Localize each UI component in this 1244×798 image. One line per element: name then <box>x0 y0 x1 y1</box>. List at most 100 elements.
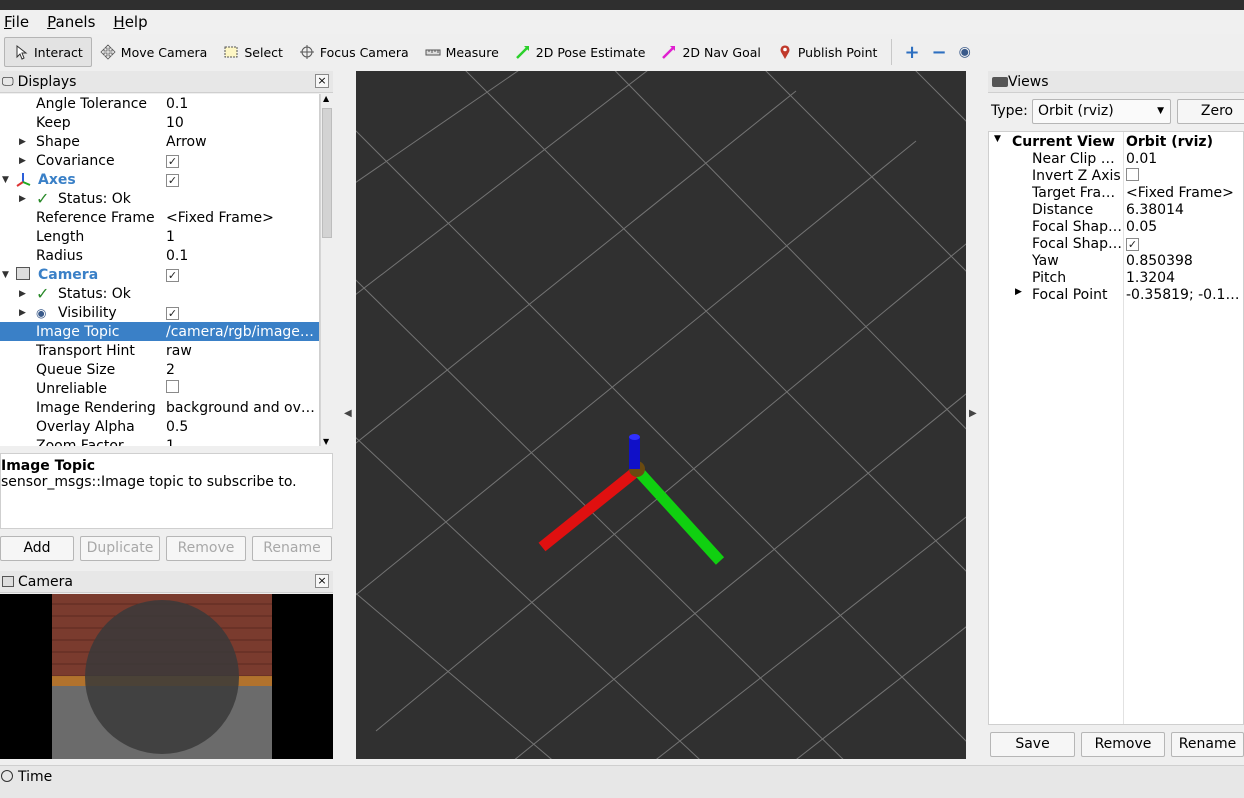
checkbox[interactable]: ✓ <box>166 154 179 168</box>
view-property-row[interactable]: ▶ Focal Point -0.35819; -0.135… <box>989 287 1243 304</box>
scroll-up-icon[interactable]: ▲ <box>323 94 329 103</box>
move-camera-tool-button[interactable]: Move Camera <box>92 37 216 67</box>
remove-view-button[interactable]: Remove <box>1081 732 1165 757</box>
property-value[interactable]: Arrow <box>166 134 318 150</box>
view-property-row[interactable]: Target Fra… <Fixed Frame> <box>989 185 1243 202</box>
collapse-right-icon[interactable]: ▶ <box>969 408 977 419</box>
property-value[interactable] <box>166 380 318 397</box>
property-value[interactable]: 1 <box>166 229 318 245</box>
view-property-row[interactable]: Focal Shap… ✓ <box>989 236 1243 253</box>
current-view-row[interactable]: ▼ Current View Orbit (rviz) <box>989 134 1243 151</box>
tree-row[interactable]: ▶ Shape Arrow <box>0 132 319 151</box>
collapse-arrow-icon[interactable]: ▼ <box>994 134 1001 144</box>
menu-file[interactable]: File <box>2 13 31 31</box>
collapse-arrow-icon[interactable]: ▼ <box>2 270 9 280</box>
tree-row-selected[interactable]: Image Topic /camera/rgb/image… <box>0 322 319 341</box>
tree-row[interactable]: Reference Frame <Fixed Frame> <box>0 208 319 227</box>
checkbox[interactable] <box>166 380 179 393</box>
add-display-button[interactable]: Add <box>0 536 74 561</box>
tree-row[interactable]: Angle Tolerance 0.1 <box>0 94 319 113</box>
checkbox[interactable]: ✓ <box>166 173 179 187</box>
expand-arrow-icon[interactable]: ▶ <box>19 137 26 147</box>
property-value[interactable]: background and ov… <box>166 400 318 416</box>
tree-row[interactable]: Transport Hint raw <box>0 341 319 360</box>
property-value[interactable]: <Fixed Frame> <box>166 210 318 226</box>
property-value[interactable]: 10 <box>166 115 318 131</box>
panels-view-button[interactable]: ◉ <box>953 37 977 67</box>
property-value[interactable]: ✓ <box>1126 236 1243 252</box>
property-value[interactable]: ✓ <box>166 305 318 321</box>
add-tool-button[interactable]: + <box>898 37 925 67</box>
zero-button[interactable]: Zero <box>1177 99 1244 124</box>
property-value[interactable]: 0.01 <box>1126 151 1243 167</box>
displays-scrollbar[interactable]: ▲ ▼ <box>320 94 333 446</box>
remove-display-button[interactable]: Remove <box>166 536 246 561</box>
tree-row[interactable]: Image Rendering background and ov… <box>0 398 319 417</box>
property-value[interactable]: 6.38014 <box>1126 202 1243 218</box>
menu-panels[interactable]: Panels <box>45 13 97 31</box>
publish-point-tool-button[interactable]: Publish Point <box>769 37 886 67</box>
tree-row[interactable]: Keep 10 <box>0 113 319 132</box>
rename-view-button[interactable]: Rename <box>1171 732 1244 757</box>
view-property-row[interactable]: Invert Z Axis <box>989 168 1243 185</box>
property-value[interactable]: 0.1 <box>166 248 318 264</box>
expand-arrow-icon[interactable]: ▶ <box>19 194 26 204</box>
tree-row[interactable]: ▶ ✓ Status: Ok <box>0 284 319 303</box>
property-value[interactable]: 0.5 <box>166 419 318 435</box>
property-value[interactable] <box>1126 168 1243 185</box>
view-property-row[interactable]: Focal Shap… 0.05 <box>989 219 1243 236</box>
view-property-row[interactable]: Distance 6.38014 <box>989 202 1243 219</box>
property-value[interactable]: <Fixed Frame> <box>1126 185 1243 201</box>
nav-goal-tool-button[interactable]: 2D Nav Goal <box>653 37 768 67</box>
close-icon[interactable]: × <box>315 74 329 88</box>
tree-row[interactable]: Queue Size 2 <box>0 360 319 379</box>
checkbox[interactable]: ✓ <box>166 268 179 282</box>
property-value[interactable]: 1 <box>166 438 318 447</box>
select-tool-button[interactable]: Select <box>215 37 291 67</box>
duplicate-display-button[interactable]: Duplicate <box>80 536 160 561</box>
remove-tool-button[interactable]: − <box>926 37 953 67</box>
pose-estimate-tool-button[interactable]: 2D Pose Estimate <box>507 37 654 67</box>
tree-row[interactable]: ▶ Covariance ✓ <box>0 151 319 170</box>
collapse-left-icon[interactable]: ◀ <box>344 408 352 419</box>
property-value[interactable]: 1.3204 <box>1126 270 1243 286</box>
focus-camera-tool-button[interactable]: Focus Camera <box>291 37 417 67</box>
tree-row[interactable]: Overlay Alpha 0.5 <box>0 417 319 436</box>
checkbox[interactable] <box>1126 168 1139 181</box>
tree-row[interactable]: Zoom Factor 1 <box>0 436 319 447</box>
expand-arrow-icon[interactable]: ▶ <box>19 308 26 318</box>
close-icon[interactable]: × <box>315 574 329 588</box>
view-property-row[interactable]: Pitch 1.3204 <box>989 270 1243 287</box>
property-value[interactable]: ✓ <box>166 153 318 169</box>
tree-row-camera[interactable]: ▼ Camera ✓ <box>0 265 319 284</box>
save-view-button[interactable]: Save <box>990 732 1075 757</box>
tree-row[interactable]: Radius 0.1 <box>0 246 319 265</box>
property-value[interactable]: 2 <box>166 362 318 378</box>
property-value[interactable]: ✓ <box>166 267 318 283</box>
property-value[interactable]: 0.850398 <box>1126 253 1243 269</box>
menu-help[interactable]: Help <box>111 13 149 31</box>
collapse-arrow-icon[interactable]: ▼ <box>2 175 9 185</box>
checkbox[interactable]: ✓ <box>166 306 179 320</box>
scroll-thumb[interactable] <box>322 108 332 238</box>
view-type-select[interactable]: Orbit (rviz) ▼ <box>1032 99 1171 124</box>
rename-display-button[interactable]: Rename <box>252 536 332 561</box>
property-value[interactable]: 0.05 <box>1126 219 1243 235</box>
tree-row[interactable]: Unreliable <box>0 379 319 398</box>
tree-row[interactable]: Length 1 <box>0 227 319 246</box>
property-value[interactable]: /camera/rgb/image… <box>166 324 318 340</box>
expand-arrow-icon[interactable]: ▶ <box>19 289 26 299</box>
expand-arrow-icon[interactable]: ▶ <box>19 156 26 166</box>
checkbox[interactable]: ✓ <box>1126 238 1139 251</box>
tree-row[interactable]: ▶ ◉ Visibility ✓ <box>0 303 319 322</box>
view-property-row[interactable]: Near Clip … 0.01 <box>989 151 1243 168</box>
property-value[interactable]: raw <box>166 343 318 359</box>
property-value[interactable]: -0.35819; -0.135… <box>1126 287 1243 303</box>
view-property-row[interactable]: Yaw 0.850398 <box>989 253 1243 270</box>
expand-arrow-icon[interactable]: ▶ <box>1015 287 1022 297</box>
interact-tool-button[interactable]: Interact <box>4 37 92 67</box>
tree-row[interactable]: ▶ ✓ Status: Ok <box>0 189 319 208</box>
3d-render-view[interactable] <box>356 71 966 759</box>
property-value[interactable]: 0.1 <box>166 96 318 112</box>
scroll-down-icon[interactable]: ▼ <box>323 437 329 446</box>
